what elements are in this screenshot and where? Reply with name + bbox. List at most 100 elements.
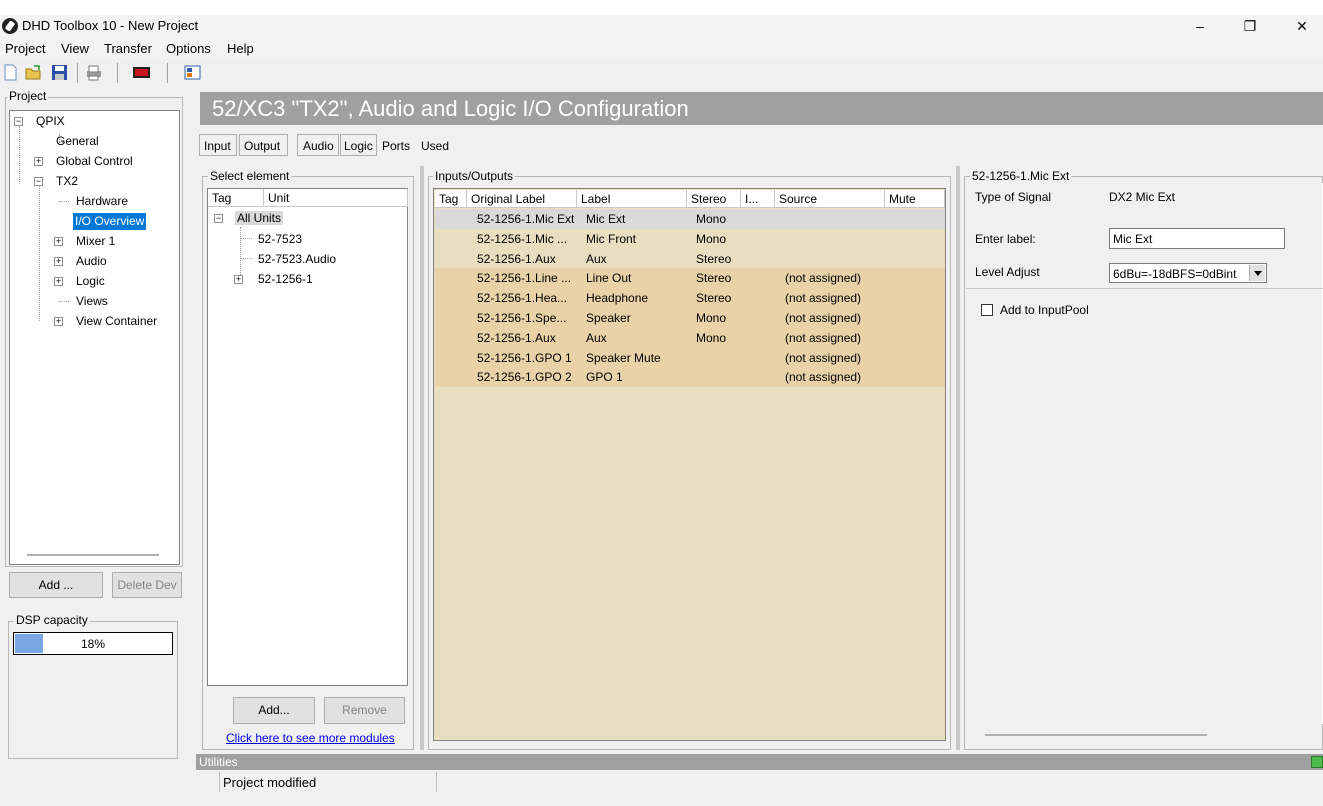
tree-item-unit-1256[interactable]: 52-1256-1 xyxy=(258,272,313,286)
splitter-right[interactable] xyxy=(956,166,960,750)
io-col-mute[interactable]: Mute xyxy=(885,190,945,208)
io-col-label[interactable]: Label xyxy=(577,190,687,208)
tree-item-general[interactable]: General xyxy=(56,134,99,148)
add-device-button[interactable]: Add ... xyxy=(9,572,103,598)
io-col-stereo[interactable]: Stereo xyxy=(687,190,741,208)
tree-item-view-container[interactable]: View Container xyxy=(76,314,157,328)
utilities-toggle-icon[interactable] xyxy=(1311,756,1323,768)
maximize-button[interactable]: ❐ xyxy=(1227,16,1273,36)
expand-view-container-icon[interactable]: + xyxy=(54,317,63,326)
expand-mixer-icon[interactable]: + xyxy=(54,237,63,246)
tree-item-qpix[interactable]: QPIX xyxy=(36,114,65,128)
io-table-row[interactable]: 52-1256-1.Aux Aux Mono (not assigned) xyxy=(435,327,945,348)
io-original-label: 52-1256-1.Mic ... xyxy=(477,231,568,246)
col-tag[interactable]: Tag xyxy=(208,189,264,207)
status-text: Project modified xyxy=(223,775,317,790)
inputpool-label[interactable]: Add to InputPool xyxy=(1000,303,1089,317)
io-source: (not assigned) xyxy=(785,311,862,325)
utilities-label: Utilities xyxy=(199,755,238,769)
open-folder-icon[interactable] xyxy=(25,64,42,81)
more-modules-link[interactable]: Click here to see more modules xyxy=(226,731,395,745)
collapse-all-units-icon[interactable]: − xyxy=(214,214,223,223)
title-bar: DHD Toolbox 10 - New Project – ❐ ✕ xyxy=(0,15,1323,38)
menu-options[interactable]: Options xyxy=(166,41,211,56)
tree-item-global-control[interactable]: Global Control xyxy=(56,154,133,168)
io-table-row[interactable]: 52-1256-1.Mic Ext Mic Ext Mono xyxy=(435,209,945,229)
io-table-row[interactable]: 52-1256-1.Hea... Headphone Stereo (not assi… xyxy=(435,288,945,309)
tree-item-views[interactable]: Views xyxy=(76,294,108,308)
expand-logic-icon[interactable]: + xyxy=(54,277,63,286)
menu-project[interactable]: Project xyxy=(5,41,45,56)
delete-device-button[interactable]: Delete Dev xyxy=(112,572,182,598)
level-adjust-select[interactable]: 6dBu=-18dBFS=0dBint xyxy=(1109,263,1267,283)
minimize-button[interactable]: – xyxy=(1177,16,1223,36)
tree-scrollbar[interactable] xyxy=(27,554,159,556)
io-table-row[interactable]: 52-1256-1.GPO 1 Speaker Mute (not assigned… xyxy=(435,347,945,368)
io-stereo: Mono xyxy=(696,212,727,226)
splitter-left[interactable] xyxy=(420,166,424,750)
io-table-row[interactable]: 52-1256-1.Mic ... Mic Front Mono xyxy=(435,228,945,249)
tree-item-tx2[interactable]: TX2 xyxy=(56,174,78,188)
layout-view-icon[interactable] xyxy=(184,64,201,81)
tree-item-io-overview[interactable]: I/O Overview xyxy=(73,213,147,230)
chevron-down-icon[interactable] xyxy=(1249,265,1265,281)
tab-logic[interactable]: Logic xyxy=(344,139,373,153)
tab-audio[interactable]: Audio xyxy=(303,139,334,153)
print-icon[interactable] xyxy=(85,64,102,81)
io-source: (not assigned) xyxy=(785,370,862,385)
io-col-original-label[interactable]: Original Label xyxy=(467,190,577,208)
menu-view[interactable]: View xyxy=(61,41,89,56)
tab-ports[interactable]: Ports xyxy=(382,139,410,153)
io-original-label: 52-1256-1.GPO 2 xyxy=(477,370,572,385)
io-col-tag[interactable]: Tag xyxy=(435,190,467,208)
io-table-row[interactable]: 52-1256-1.GPO 2 GPO 1 (not assigned) xyxy=(435,367,945,388)
io-source: (not assigned) xyxy=(785,291,862,306)
io-stereo: Stereo xyxy=(696,271,732,286)
inputpool-checkbox[interactable] xyxy=(981,304,993,316)
col-unit[interactable]: Unit xyxy=(264,189,408,207)
details-divider xyxy=(966,288,1323,289)
expand-global-control-icon[interactable]: + xyxy=(34,157,43,166)
tree-item-unit-7523-audio[interactable]: 52-7523.Audio xyxy=(258,252,336,266)
tree-item-logic[interactable]: Logic xyxy=(76,274,105,288)
toolbar xyxy=(0,59,1323,87)
io-original-label: 52-1256-1.Aux xyxy=(477,330,556,345)
collapse-tx2-icon[interactable]: − xyxy=(34,177,43,186)
tree-item-mixer[interactable]: Mixer 1 xyxy=(76,234,115,248)
save-icon[interactable] xyxy=(51,64,68,81)
io-table-row[interactable]: 52-1256-1.Aux Aux Stereo xyxy=(435,248,945,269)
expand-audio-icon[interactable]: + xyxy=(54,257,63,266)
tree-item-hardware[interactable]: Hardware xyxy=(76,194,128,208)
menu-help[interactable]: Help xyxy=(227,41,254,56)
io-label: Mic Front xyxy=(586,231,637,246)
io-col-i[interactable]: I... xyxy=(741,190,775,208)
io-stereo: Mono xyxy=(696,311,727,325)
expand-unit-1256-icon[interactable]: + xyxy=(234,275,243,284)
tree-item-all-units[interactable]: All Units xyxy=(235,211,284,225)
dsp-capacity-bar: 18% xyxy=(13,632,173,655)
tab-input[interactable]: Input xyxy=(204,139,231,153)
io-col-source[interactable]: Source xyxy=(775,190,885,208)
add-module-button[interactable]: Add... xyxy=(233,697,315,724)
menu-transfer[interactable]: Transfer xyxy=(104,41,152,56)
details-scrollbar[interactable] xyxy=(985,734,1207,736)
tab-used[interactable]: Used xyxy=(421,139,449,153)
tab-output[interactable]: Output xyxy=(244,139,280,153)
label-input[interactable] xyxy=(1109,228,1285,249)
app-icon xyxy=(2,18,18,34)
io-table-row[interactable]: 52-1256-1.Spe... Speaker Mono (not assigned… xyxy=(435,308,945,328)
dsp-capacity-label: DSP capacity xyxy=(14,613,90,627)
utilities-bar[interactable]: Utilities xyxy=(196,754,1323,770)
tree-item-unit-7523[interactable]: 52-7523 xyxy=(258,232,302,246)
io-label: Headphone xyxy=(586,291,649,306)
close-button[interactable]: ✕ xyxy=(1279,16,1323,36)
io-source: (not assigned) xyxy=(785,350,862,365)
io-table-row[interactable]: 52-1256-1.Line ... Line Out Stereo (not ass… xyxy=(435,268,945,289)
tree-item-audio[interactable]: Audio xyxy=(76,254,107,268)
unit-tree: Tag Unit − All Units 52-7523 52-7523.Aud… xyxy=(207,188,408,686)
collapse-qpix-icon[interactable]: − xyxy=(14,117,23,126)
remove-module-button[interactable]: Remove xyxy=(324,697,405,724)
transfer-device-icon[interactable] xyxy=(133,64,150,81)
new-file-icon[interactable] xyxy=(2,64,19,81)
project-tree: − QPIX General + Global Control − TX2 Ha… xyxy=(9,110,180,565)
